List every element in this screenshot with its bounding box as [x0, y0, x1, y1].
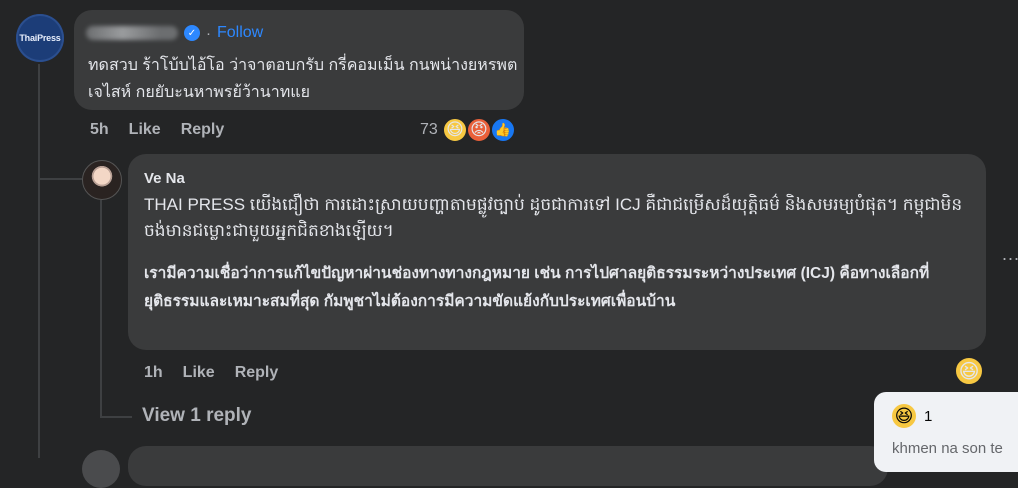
comment-bubble: ✓ · Follow ทดสวบ ร้าโบ้บไอ้โอ ว่าจาตอบกร… — [74, 10, 524, 110]
reply-reply-button[interactable]: Reply — [235, 364, 279, 382]
reply-bubble: Ve Na THAI PRESS យើងជឿថា ការដោះស្រាយបញ្ហ… — [128, 154, 986, 350]
reaction-popup[interactable]: 😆 1 khmen na son te — [874, 392, 1018, 472]
comment-actions: 5h Like Reply — [90, 121, 224, 139]
reply-actions: 1h Like Reply — [144, 364, 278, 382]
reply-like-button[interactable]: Like — [183, 364, 215, 382]
more-options-icon[interactable]: ... — [1002, 244, 1018, 265]
reply-text-khmer: THAI PRESS យើងជឿថា ការដោះស្រាយបញ្ហាតាមផ្… — [144, 195, 963, 240]
verified-badge-icon: ✓ — [184, 25, 200, 41]
reply-author[interactable]: Ve Na — [144, 170, 185, 187]
page-avatar-label: ThaiPress — [19, 33, 61, 43]
reply-time[interactable]: 1h — [144, 364, 163, 382]
haha-icon[interactable]: 😆 — [954, 356, 984, 386]
comment-time[interactable]: 5h — [90, 121, 109, 139]
haha-icon: 😆 — [890, 402, 918, 430]
popup-comment-text: khmen na son te — [892, 440, 1003, 457]
next-comment-bubble — [128, 446, 888, 486]
reply-text-thai: เรามีความเชื่อว่าการแก้ไขปัญหาผ่านช่องทา… — [144, 265, 930, 310]
reaction-count[interactable]: 73 — [420, 121, 438, 139]
comment-author-row: ✓ · Follow — [86, 24, 263, 42]
angry-icon[interactable]: 😡 — [466, 117, 492, 143]
thread-line-main — [38, 64, 40, 458]
separator-dot: · — [206, 24, 211, 42]
view-replies-button[interactable]: View 1 reply — [142, 405, 252, 427]
user-avatar[interactable] — [82, 160, 122, 200]
popup-reaction-count: 1 — [924, 408, 933, 425]
like-button[interactable]: Like — [129, 121, 161, 139]
thread-line-reply-branch — [100, 416, 132, 418]
next-comment-avatar[interactable] — [82, 450, 120, 488]
comment-text: ทดสวบ ร้าโบ้บไอ้โอ ว่าจาตอบกรับ กรี่คอมเ… — [88, 57, 518, 101]
follow-button[interactable]: Follow — [217, 24, 263, 42]
page-avatar[interactable]: ThaiPress — [16, 14, 64, 62]
blurred-author-name[interactable] — [86, 26, 178, 40]
reply-button[interactable]: Reply — [181, 121, 225, 139]
thread-line-branch — [38, 178, 82, 180]
like-icon[interactable]: 👍 — [490, 117, 516, 143]
haha-icon[interactable]: 😆 — [442, 117, 468, 143]
thread-line-reply — [100, 200, 102, 417]
